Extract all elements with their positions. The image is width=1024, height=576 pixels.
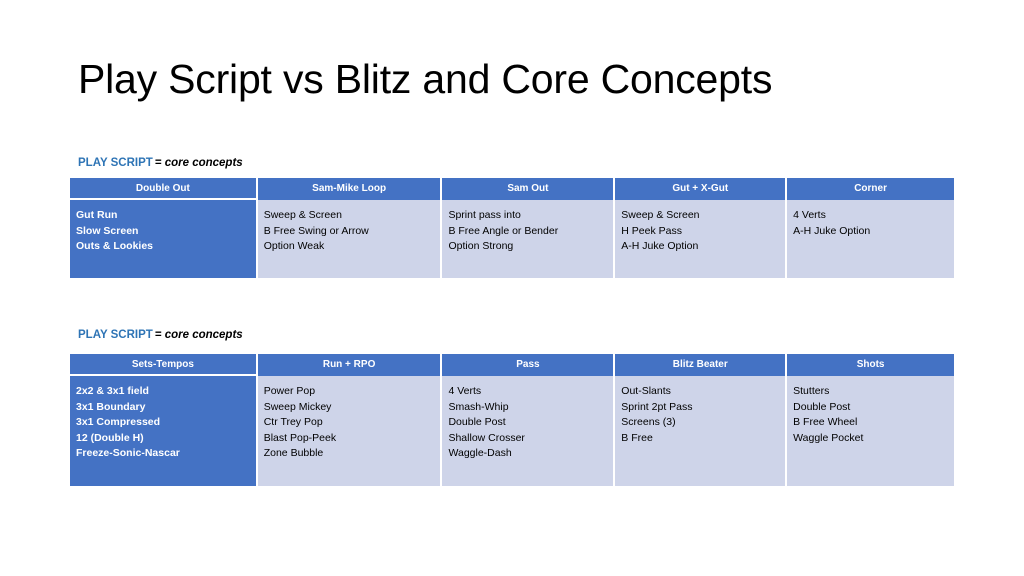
cell-line: Sweep & Screen [263,209,342,221]
cell-line: Option Weak [263,240,325,252]
table-cell[interactable]: 4 Verts Smash-Whip Double Post Shallow Cros… [442,374,614,486]
column-header-pass[interactable]: Pass [442,354,614,374]
cell-line: Double Post [448,416,506,428]
cell-line: 4 Verts [793,209,826,221]
table-cell[interactable]: Sweep & Screen B Free Swing or Arrow Optio… [257,198,441,278]
cell-line: Double Post [793,400,851,413]
cell-line: H Peek Pass [621,224,682,237]
cell-line: Smash-Whip [448,400,509,413]
slide-canvas: Play Script vs Blitz and Core Concepts P… [0,0,1024,576]
cell-line: Power Pop [263,385,316,397]
table-header-row: Double Out Sam-Mike Loop Sam Out Gut + X… [70,178,955,198]
column-header-blitz-beater[interactable]: Blitz Beater [615,354,786,374]
column-header-double-out[interactable]: Double Out [70,178,256,198]
table-cell[interactable]: Sprint pass into B Free Angle or Bender Op… [442,198,614,278]
play-script-text: PLAY SCRIPT [78,157,153,169]
section-label-play-script-1: PLAY SCRIPT = core concepts [78,157,243,169]
cell-line: Ctr Trey Pop [263,416,323,428]
table-header-row: Sets-Tempos Run + RPO Pass Blitz Beater … [70,354,955,374]
cell-line: Sprint 2pt Pass [621,400,693,413]
cell-line: Slow Screen [76,224,139,237]
column-header-sam-mike-loop[interactable]: Sam-Mike Loop [257,178,441,198]
cell-line: B Free Angle or Bender [448,224,559,237]
table-body-row: Gut Run Slow Screen Outs & Lookies Sweep &… [70,198,954,278]
page-title: Play Script vs Blitz and Core Concepts [78,56,773,102]
equals-sign: = [154,329,162,341]
column-header-sets-tempos[interactable]: Sets-Tempos [70,354,256,374]
cell-line: 4 Verts [448,385,482,397]
cell-line: Freeze-Sonic-Nascar [76,447,180,459]
cell-line: Blast Pop-Peek [263,431,337,444]
table-cell[interactable]: Power Pop Sweep Mickey Ctr Trey Pop Blast P… [257,374,441,486]
equals-sign: = [154,157,162,169]
play-script-table-1: Double Out Sam-Mike Loop Sam Out Gut + X… [70,178,955,278]
cell-line: Screens (3) [621,416,676,428]
cell-line: Waggle Pocket [793,431,864,444]
cell-line: Sprint pass into [448,209,521,221]
column-header-gut-x-gut[interactable]: Gut + X-Gut [615,178,786,198]
table-cell[interactable]: Gut Run Slow Screen Outs & Lookies [70,198,256,278]
cell-line: Stutters [793,385,830,397]
cell-line: B Free Wheel [793,416,858,428]
cell-line: Waggle-Dash [448,447,512,459]
table-body-row: 2x2 & 3x1 field 3x1 Boundary 3x1 Compresse… [70,374,954,486]
cell-line: 3x1 Compressed [76,416,161,428]
cell-line: B Free Swing or Arrow [263,224,369,237]
cell-line: B Free [621,431,653,444]
play-script-table-2: Sets-Tempos Run + RPO Pass Blitz Beater … [70,354,955,486]
cell-line: 2x2 & 3x1 field [76,385,149,397]
cell-line: Option Strong [448,240,514,252]
cell-line: Sweep Mickey [263,400,332,413]
core-concepts-text: core concepts [164,157,243,169]
column-header-shots[interactable]: Shots [787,354,955,374]
section-label-play-script-2: PLAY SCRIPT = core concepts [78,329,243,341]
cell-line: A-H Juke Option [621,240,699,252]
column-header-sam-out[interactable]: Sam Out [442,178,614,198]
cell-line: A-H Juke Option [793,224,871,237]
table-cell[interactable]: 2x2 & 3x1 field 3x1 Boundary 3x1 Compresse… [70,374,256,486]
table-cell[interactable]: 4 Verts A-H Juke Option [787,198,954,278]
cell-line: 3x1 Boundary [76,400,146,413]
cell-line: Sweep & Screen [621,209,700,221]
core-concepts-text: core concepts [164,329,243,341]
cell-line: Outs & Lookies [76,240,154,252]
cell-line: Shallow Crosser [448,431,525,444]
column-header-run-rpo[interactable]: Run + RPO [257,354,441,374]
table-cell[interactable]: Sweep & Screen H Peek Pass A-H Juke Option [615,198,786,278]
column-header-corner[interactable]: Corner [787,178,955,198]
play-script-text: PLAY SCRIPT [78,329,153,341]
cell-line: 12 (Double H) [76,431,144,444]
table-cell[interactable]: Stutters Double Post B Free Wheel Waggle Po… [787,374,954,486]
cell-line: Zone Bubble [263,447,324,459]
cell-line: Gut Run [76,209,118,221]
table-cell[interactable]: Out-Slants Sprint 2pt Pass Screens (3) B Fr… [615,374,786,486]
cell-line: Out-Slants [621,385,671,397]
